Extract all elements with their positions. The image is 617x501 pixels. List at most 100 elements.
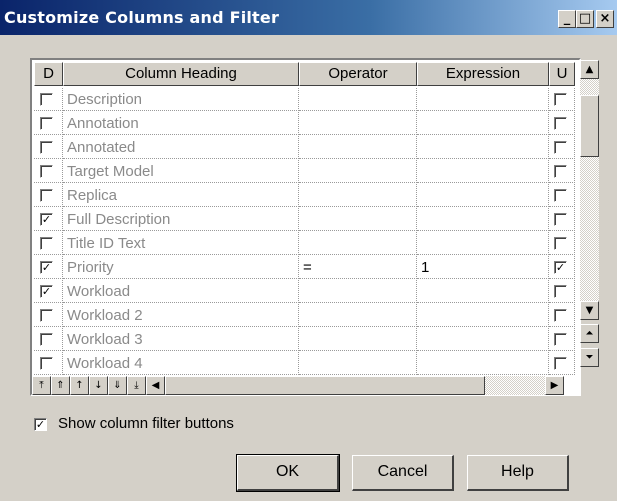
header-operator[interactable]: Operator	[299, 62, 417, 86]
expression-cell[interactable]	[417, 304, 549, 327]
operator-cell[interactable]	[299, 280, 417, 303]
scroll-up-icon[interactable]: ▲	[580, 60, 599, 79]
column-heading-cell[interactable]: Workload	[63, 280, 299, 303]
table-row[interactable]: Workload 4	[34, 352, 596, 376]
maximize-button[interactable]: □	[576, 10, 594, 28]
operator-cell[interactable]: =	[299, 256, 417, 279]
u-checkbox[interactable]	[554, 117, 567, 130]
operator-cell[interactable]	[299, 160, 417, 183]
expression-cell[interactable]	[417, 328, 549, 351]
operator-cell[interactable]	[299, 208, 417, 231]
minimize-button[interactable]: _	[558, 10, 576, 28]
u-checkbox[interactable]: ✓	[554, 261, 567, 274]
move-down-icon[interactable]: ↓	[89, 376, 108, 395]
scroll-down-icon[interactable]: ▼	[580, 301, 599, 320]
column-heading-cell[interactable]: Target Model	[63, 160, 299, 183]
d-checkbox[interactable]	[40, 141, 53, 154]
scroll-right-icon[interactable]: ▶	[545, 376, 564, 395]
column-heading-cell[interactable]: Workload 2	[63, 304, 299, 327]
table-row[interactable]: Replica	[34, 184, 596, 208]
move-up-icon[interactable]: ↑	[70, 376, 89, 395]
title-bar[interactable]: Customize Columns and Filter _ □ ×	[0, 0, 617, 35]
table-row[interactable]: Target Model	[34, 160, 596, 184]
operator-cell[interactable]	[299, 352, 417, 375]
column-heading-cell[interactable]: Annotation	[63, 112, 299, 135]
d-checkbox[interactable]	[40, 117, 53, 130]
table-row[interactable]: Title ID Text	[34, 232, 596, 256]
expression-cell[interactable]: 1	[417, 256, 549, 279]
scroll-left-icon[interactable]: ◀	[146, 376, 165, 395]
column-heading-cell[interactable]: Title ID Text	[63, 232, 299, 255]
operator-cell[interactable]	[299, 136, 417, 159]
table-row[interactable]: ✓ Workload	[34, 280, 596, 304]
d-checkbox[interactable]: ✓	[40, 213, 53, 226]
u-checkbox[interactable]	[554, 213, 567, 226]
expression-cell[interactable]	[417, 184, 549, 207]
d-checkbox[interactable]	[40, 237, 53, 250]
ok-button[interactable]: OK	[236, 454, 340, 492]
close-button[interactable]: ×	[596, 10, 614, 28]
u-checkbox[interactable]	[554, 141, 567, 154]
table-row[interactable]: Workload 3	[34, 328, 596, 352]
scroll-page-down-icon[interactable]: ⏷	[580, 348, 599, 367]
table-row[interactable]: Annotation	[34, 112, 596, 136]
expression-cell[interactable]	[417, 112, 549, 135]
header-d[interactable]: D	[34, 62, 63, 86]
scroll-page-up-icon[interactable]: ⏶	[580, 324, 599, 343]
operator-cell[interactable]	[299, 88, 417, 111]
header-expression[interactable]: Expression	[417, 62, 549, 86]
d-checkbox[interactable]: ✓	[40, 285, 53, 298]
u-checkbox[interactable]	[554, 93, 567, 106]
move-down-many-icon[interactable]: ⇓	[108, 376, 127, 395]
column-heading-cell[interactable]: Priority	[63, 256, 299, 279]
expression-cell[interactable]	[417, 88, 549, 111]
operator-cell[interactable]	[299, 232, 417, 255]
table-row[interactable]: Annotated	[34, 136, 596, 160]
columns-grid[interactable]: D Column Heading Operator Expression U D…	[30, 58, 581, 396]
horizontal-scroll-thumb[interactable]	[165, 376, 485, 395]
d-checkbox[interactable]	[40, 93, 53, 106]
column-heading-cell[interactable]: Description	[63, 88, 299, 111]
vertical-scrollbar[interactable]: ▲ ▼ ⏶ ⏷	[580, 58, 599, 396]
move-top-icon[interactable]: ⤒	[32, 376, 51, 395]
operator-cell[interactable]	[299, 328, 417, 351]
column-heading-cell[interactable]: Workload 3	[63, 328, 299, 351]
u-checkbox[interactable]	[554, 285, 567, 298]
d-checkbox[interactable]	[40, 309, 53, 322]
table-row[interactable]: Workload 2	[34, 304, 596, 328]
expression-cell[interactable]	[417, 208, 549, 231]
move-up-many-icon[interactable]: ⇑	[51, 376, 70, 395]
expression-cell[interactable]	[417, 352, 549, 375]
header-column-heading[interactable]: Column Heading	[63, 62, 299, 86]
scroll-track[interactable]	[580, 157, 599, 301]
expression-cell[interactable]	[417, 232, 549, 255]
column-heading-cell[interactable]: Workload 4	[63, 352, 299, 375]
table-row[interactable]: Description	[34, 88, 596, 112]
d-checkbox[interactable]	[40, 165, 53, 178]
header-u[interactable]: U	[549, 62, 575, 86]
table-row[interactable]: ✓ Full Description	[34, 208, 596, 232]
u-checkbox[interactable]	[554, 357, 567, 370]
d-checkbox[interactable]	[40, 333, 53, 346]
expression-cell[interactable]	[417, 160, 549, 183]
column-heading-cell[interactable]: Full Description	[63, 208, 299, 231]
operator-cell[interactable]	[299, 304, 417, 327]
d-checkbox[interactable]: ✓	[40, 261, 53, 274]
u-checkbox[interactable]	[554, 189, 567, 202]
show-filter-buttons-checkbox[interactable]: ✓	[34, 418, 47, 431]
expression-cell[interactable]	[417, 280, 549, 303]
u-checkbox[interactable]	[554, 309, 567, 322]
operator-cell[interactable]	[299, 184, 417, 207]
u-checkbox[interactable]	[554, 333, 567, 346]
u-checkbox[interactable]	[554, 165, 567, 178]
d-checkbox[interactable]	[40, 189, 53, 202]
operator-cell[interactable]	[299, 112, 417, 135]
column-heading-cell[interactable]: Annotated	[63, 136, 299, 159]
d-checkbox[interactable]	[40, 357, 53, 370]
column-heading-cell[interactable]: Replica	[63, 184, 299, 207]
u-checkbox[interactable]	[554, 237, 567, 250]
scroll-thumb[interactable]	[580, 95, 599, 157]
move-bottom-icon[interactable]: ⤓	[127, 376, 146, 395]
table-row[interactable]: ✓ Priority = 1 ✓	[34, 256, 596, 280]
horizontal-scroll-track[interactable]	[485, 376, 545, 395]
